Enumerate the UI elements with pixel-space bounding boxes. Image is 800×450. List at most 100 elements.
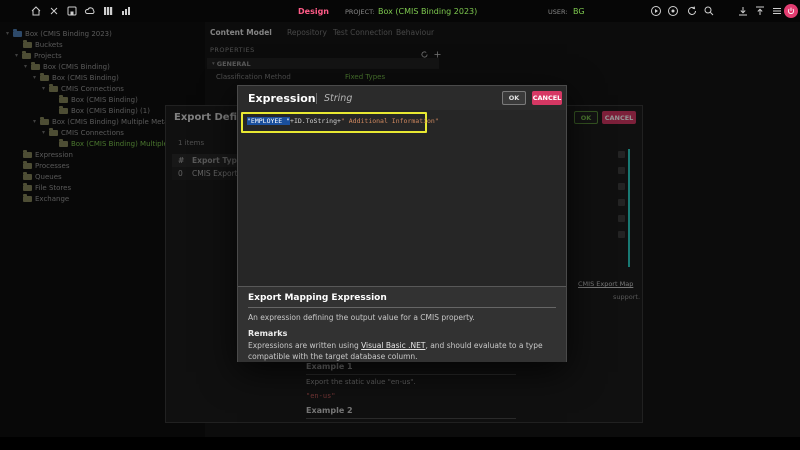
cloud-icon[interactable] xyxy=(84,5,96,17)
editor-gutter-icon[interactable] xyxy=(618,231,625,238)
ok-button[interactable]: OK xyxy=(574,111,598,124)
project-label: PROJECT: xyxy=(345,8,375,16)
editor-gutter-icon[interactable] xyxy=(618,199,625,206)
tree-item-label: CMIS Connections xyxy=(61,85,124,93)
editor-gutter-icon[interactable] xyxy=(618,151,625,158)
remarks-pre: Expressions are written using xyxy=(248,341,361,350)
property-label: Classification Method xyxy=(216,73,291,81)
tab-content-model[interactable]: Content Model xyxy=(210,28,272,37)
home-icon[interactable] xyxy=(30,5,42,17)
dialog-title: Expression xyxy=(248,92,316,105)
expression-text: "EMPLOYEE "+ID.ToString+" Additional Inf… xyxy=(247,117,439,125)
download-icon[interactable] xyxy=(737,5,749,17)
chart-icon[interactable] xyxy=(120,5,132,17)
folder-icon xyxy=(23,42,32,48)
tree-item-label: Box (CMIS Binding) xyxy=(71,96,138,104)
search-icon[interactable] xyxy=(703,5,715,17)
editor-gutter-icon[interactable] xyxy=(618,215,625,222)
cmis-export-map-link[interactable]: CMIS Export Map xyxy=(578,280,633,288)
selected-token: "EMPLOYEE " xyxy=(247,117,290,125)
record-icon[interactable] xyxy=(667,5,679,17)
folder-icon xyxy=(22,53,31,59)
string-token: " Additional Information" xyxy=(341,117,439,125)
folder-icon xyxy=(23,174,32,180)
tab-test-connection[interactable]: Test Connection xyxy=(333,28,393,37)
project-name[interactable]: Box (CMIS Binding 2023) xyxy=(378,7,477,16)
items-count: 1 items xyxy=(178,139,204,147)
tree-item[interactable]: Buckets xyxy=(0,39,220,50)
expression-editor[interactable]: "EMPLOYEE "+ID.ToString+" Additional Inf… xyxy=(238,110,566,286)
tree-item-label: Box (CMIS Binding) (1) xyxy=(71,107,150,115)
help-heading: Export Mapping Expression xyxy=(248,293,556,308)
upload-icon[interactable] xyxy=(754,5,766,17)
tree-item[interactable]: Box (CMIS Binding) xyxy=(0,61,229,72)
tools-icon[interactable] xyxy=(48,5,60,17)
power-icon[interactable] xyxy=(784,4,798,18)
example2-heading: Example 2 xyxy=(306,406,353,415)
folder-icon xyxy=(59,108,68,114)
tree-item-root[interactable]: Box (CMIS Binding 2023) xyxy=(0,28,211,39)
tree-item[interactable]: Box (CMIS Binding) xyxy=(0,72,238,83)
folder-icon xyxy=(23,152,32,158)
save-icon[interactable] xyxy=(66,5,78,17)
editor-gutter-icon[interactable] xyxy=(618,167,625,174)
mode-label[interactable]: Design xyxy=(298,7,329,16)
divider xyxy=(306,374,516,375)
tree-item-label: Box (CMIS Binding 2023) xyxy=(25,30,112,38)
columns-icon[interactable] xyxy=(102,5,114,17)
folder-icon xyxy=(40,75,49,81)
cancel-button[interactable]: CANCEL xyxy=(602,111,636,124)
tree-item-label: Box (CMIS Binding) xyxy=(52,74,119,82)
user-name: BG xyxy=(573,7,585,16)
folder-icon xyxy=(23,185,32,191)
folder-icon xyxy=(59,97,68,103)
tree-item-label: CMIS Connections xyxy=(61,129,124,137)
refresh-properties-icon[interactable] xyxy=(420,44,429,53)
expression-type-label: String xyxy=(324,93,352,104)
folder-icon xyxy=(31,64,40,70)
remarks-heading: Remarks xyxy=(248,329,556,338)
add-property-icon[interactable] xyxy=(433,44,442,53)
folder-icon xyxy=(49,130,58,136)
support-text: support. xyxy=(613,293,640,301)
expression-dialog: Expression String OK CANCEL "EMPLOYEE "+… xyxy=(237,85,567,362)
section-general[interactable]: GENERAL xyxy=(207,58,439,69)
example1-text: Export the static value "en-us". xyxy=(306,378,416,386)
ok-button[interactable]: OK xyxy=(502,91,526,105)
tab-repository[interactable]: Repository xyxy=(287,28,327,37)
folder-icon xyxy=(49,86,58,92)
remarks-text: Expressions are written using Visual Bas… xyxy=(248,341,556,363)
project-icon xyxy=(13,31,22,37)
column-header: # xyxy=(172,156,192,165)
help-panel: Export Mapping Expression An expression … xyxy=(238,286,566,362)
cancel-button[interactable]: CANCEL xyxy=(532,91,562,105)
app-window: Design PROJECT: Box (CMIS Binding 2023) … xyxy=(0,0,800,450)
tree-item-label: Buckets xyxy=(35,41,63,49)
scrollbar[interactable] xyxy=(628,149,630,267)
property-value[interactable]: Fixed Types xyxy=(345,73,385,81)
status-bar xyxy=(0,437,800,450)
properties-title: PROPERTIES xyxy=(210,46,255,54)
editor-gutter-icon[interactable] xyxy=(618,183,625,190)
tree-item-label: Queues xyxy=(35,173,62,181)
divider xyxy=(306,418,516,419)
topbar: Design PROJECT: Box (CMIS Binding 2023) … xyxy=(0,0,800,22)
tree-item-label: File Stores xyxy=(35,184,71,192)
tree-item-label: Exchange xyxy=(35,195,69,203)
vb-net-link[interactable]: Visual Basic .NET xyxy=(361,341,425,350)
menu-icon[interactable] xyxy=(771,5,783,17)
folder-icon xyxy=(23,196,32,202)
example1-code: "en-us" xyxy=(306,392,336,400)
user-label: USER: xyxy=(548,8,568,16)
example1-heading: Example 1 xyxy=(306,362,353,371)
refresh-icon[interactable] xyxy=(686,5,698,17)
help-description: An expression defining the output value … xyxy=(248,313,556,322)
play-icon[interactable] xyxy=(650,5,662,17)
folder-icon xyxy=(40,119,49,125)
tab-behaviour[interactable]: Behaviour xyxy=(396,28,434,37)
tree-item-label: Processes xyxy=(35,162,70,170)
folder-icon xyxy=(23,163,32,169)
title-divider xyxy=(316,93,317,104)
code-token: +ID.ToString+ xyxy=(290,117,341,125)
tree-item[interactable]: Projects xyxy=(0,50,220,61)
